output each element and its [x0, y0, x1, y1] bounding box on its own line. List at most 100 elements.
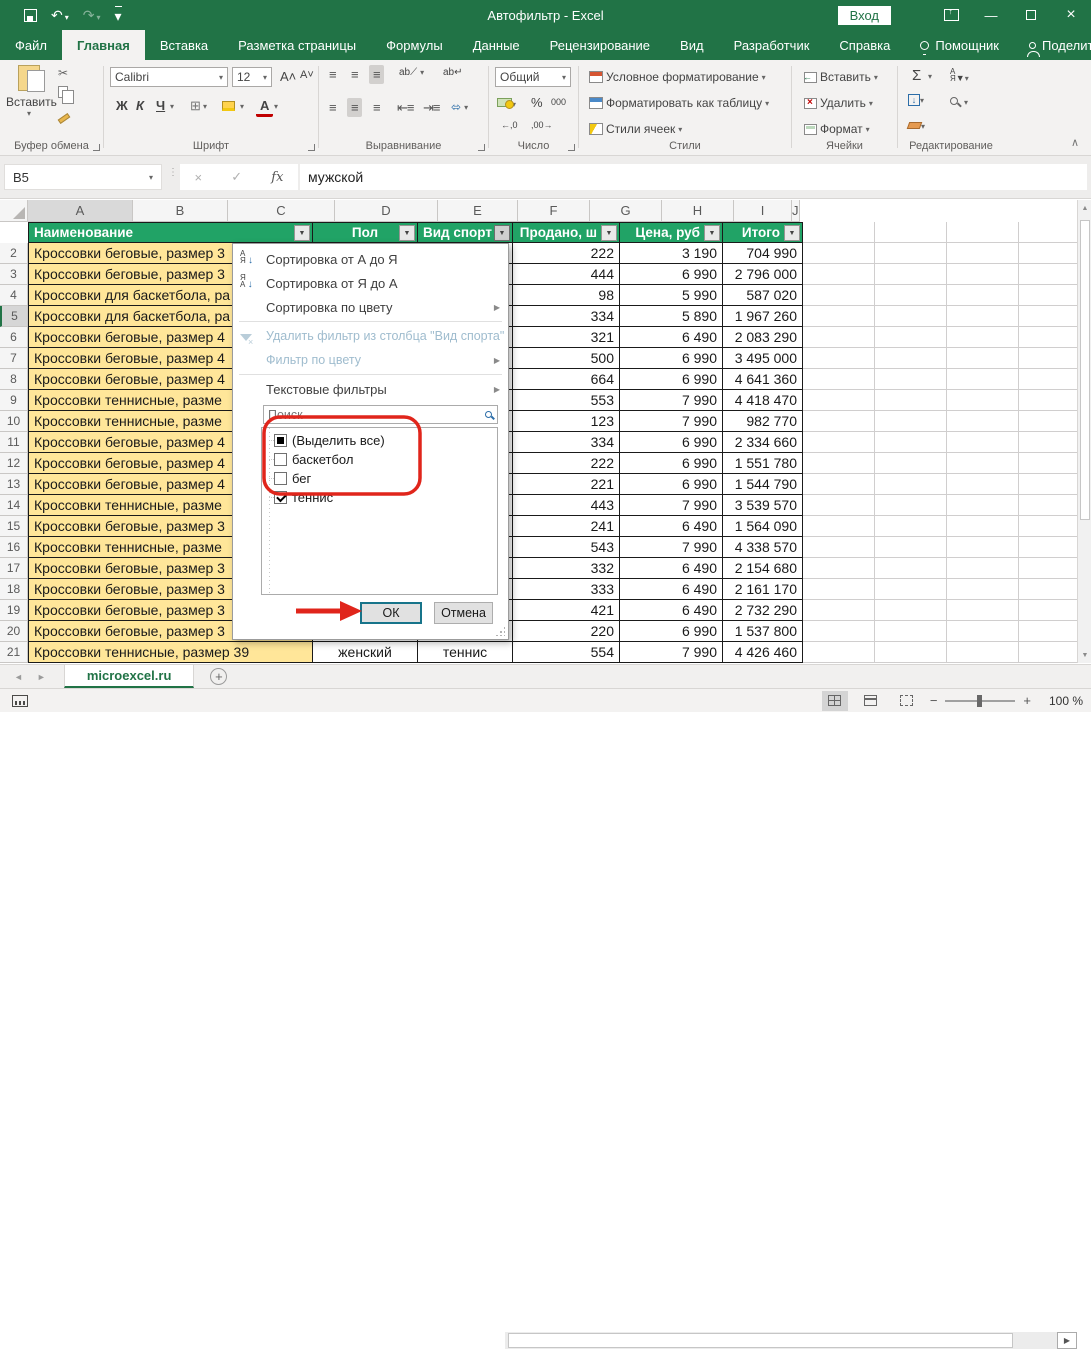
format-as-table-button[interactable]: Форматировать как таблицу▾ — [585, 94, 773, 112]
cell-sold[interactable]: 321 — [513, 327, 620, 348]
sign-in-button[interactable]: Вход — [838, 6, 891, 25]
cell-sold[interactable]: 543 — [513, 537, 620, 558]
ok-button[interactable]: ОК — [360, 602, 422, 624]
cancel-button[interactable]: Отмена — [434, 602, 493, 624]
font-name-select[interactable]: Calibri▾ — [110, 67, 228, 87]
cut-button[interactable]: ✂ — [58, 66, 68, 80]
filter-value-option[interactable]: (Выделить все) — [266, 431, 497, 450]
filter-dropdown-icon[interactable]: ▼ — [704, 225, 720, 241]
cell-price[interactable]: 6 990 — [620, 474, 723, 495]
column-header[interactable]: H — [662, 200, 734, 222]
row-header[interactable]: 3 — [0, 264, 28, 285]
cell-name[interactable]: Кроссовки теннисные, размер 39 — [28, 642, 313, 663]
decrease-decimal-button[interactable]: ,00→ — [527, 118, 557, 132]
header-cell-gender[interactable]: Пол▼ — [313, 222, 418, 243]
cell-price[interactable]: 6 490 — [620, 558, 723, 579]
zoom-level[interactable]: 100 % — [1041, 694, 1083, 708]
undo-caret-icon[interactable]: ▾ — [65, 13, 69, 22]
cell-sold[interactable]: 333 — [513, 579, 620, 600]
filter-value-option[interactable]: бег — [266, 469, 497, 488]
cell-gender[interactable]: женский — [313, 642, 418, 663]
font-color-button[interactable]: А — [256, 97, 273, 117]
align-bottom-button[interactable]: ≡ — [369, 65, 384, 84]
cancel-entry-icon[interactable]: × — [195, 170, 203, 185]
cell-total[interactable]: 3 539 570 — [723, 495, 803, 516]
page-break-view-button[interactable] — [894, 691, 920, 711]
decrease-indent-icon[interactable]: ⇤≡ — [393, 98, 417, 118]
filter-search-box[interactable] — [263, 405, 498, 424]
header-cell-sold[interactable]: Продано, ш▼ — [513, 222, 620, 243]
cell-total[interactable]: 1 564 090 — [723, 516, 803, 537]
font-color-dropdown-icon[interactable]: ▾ — [274, 102, 278, 111]
underline-button[interactable]: Ч — [152, 96, 169, 115]
filter-value-option[interactable]: баскетбол — [266, 450, 497, 469]
share-button[interactable]: Поделиться — [1014, 30, 1091, 60]
zoom-in-icon[interactable]: + — [1023, 693, 1031, 708]
collapse-ribbon-icon[interactable]: ∧ — [1071, 136, 1079, 149]
row-header[interactable]: 5 — [0, 306, 28, 327]
font-size-select[interactable]: 12▾ — [232, 67, 272, 87]
filter-dropdown-icon[interactable]: ▼ — [399, 225, 415, 241]
number-format-select[interactable]: Общий▾ — [495, 67, 571, 87]
menu-sort-za[interactable]: ЯА ↓ Сортировка от Я до А — [233, 271, 508, 295]
format-painter-button[interactable] — [58, 110, 70, 124]
cell-price[interactable]: 6 990 — [620, 369, 723, 390]
cell-price[interactable]: 6 490 — [620, 579, 723, 600]
autosum-dropdown-icon[interactable]: ▾ — [928, 72, 932, 81]
cell-price[interactable]: 6 990 — [620, 264, 723, 285]
close-button[interactable]: × — [1051, 0, 1091, 30]
filter-dropdown-icon[interactable]: ▼ — [784, 225, 800, 241]
cell-price[interactable]: 6 490 — [620, 327, 723, 348]
cell-sold[interactable]: 123 — [513, 411, 620, 432]
font-dialog-launcher-icon[interactable] — [308, 144, 315, 151]
resize-grip-icon[interactable] — [495, 626, 505, 636]
number-dialog-launcher-icon[interactable] — [568, 144, 575, 151]
ribbon-tab[interactable]: Помощник — [905, 30, 1014, 60]
conditional-formatting-button[interactable]: Условное форматирование▾ — [585, 68, 770, 86]
ribbon-tab[interactable]: Файл — [0, 30, 62, 60]
ribbon-tab[interactable]: Справка — [824, 30, 905, 60]
header-cell-name[interactable]: Наименование▼ — [28, 222, 313, 243]
cell-total[interactable]: 4 338 570 — [723, 537, 803, 558]
cell-price[interactable]: 6 990 — [620, 621, 723, 642]
page-layout-view-button[interactable] — [858, 691, 884, 711]
header-cell-price[interactable]: Цена, руб▼ — [620, 222, 723, 243]
align-top-button[interactable]: ≡ — [325, 65, 340, 84]
cell-total[interactable]: 704 990 — [723, 243, 803, 264]
cell-sold[interactable]: 222 — [513, 243, 620, 264]
comma-style-button[interactable]: 000 — [547, 95, 570, 109]
cell-price[interactable]: 6 990 — [620, 348, 723, 369]
cell-price[interactable]: 6 490 — [620, 516, 723, 537]
orientation-button[interactable]: ab⟋▾ — [395, 65, 428, 80]
column-header[interactable]: G — [590, 200, 662, 222]
clear-button[interactable]: ▾ — [908, 118, 925, 132]
cell-sold[interactable]: 554 — [513, 642, 620, 663]
delete-cells-button[interactable]: Удалить▾ — [800, 94, 877, 112]
cell-price[interactable]: 7 990 — [620, 642, 723, 663]
italic-button[interactable]: К — [132, 96, 148, 115]
formula-bar-splitter[interactable]: ⋮ — [168, 170, 172, 186]
cell-total[interactable]: 1 544 790 — [723, 474, 803, 495]
checkbox-icon[interactable] — [274, 453, 287, 466]
row-header[interactable]: 18 — [0, 579, 28, 600]
ribbon-tab[interactable]: Рецензирование — [535, 30, 665, 60]
cell-price[interactable]: 7 990 — [620, 495, 723, 516]
row-header[interactable]: 13 — [0, 474, 28, 495]
confirm-entry-icon[interactable]: ✓ — [231, 169, 242, 185]
cell-sold[interactable]: 334 — [513, 306, 620, 327]
filter-dropdown-icon[interactable]: ▼ — [294, 225, 310, 241]
fill-color-button[interactable] — [222, 100, 235, 114]
scroll-down-icon[interactable]: ▼ — [1078, 647, 1091, 663]
paste-button[interactable]: Вставить ▾ — [6, 65, 52, 137]
checkbox-icon[interactable] — [274, 472, 287, 485]
filter-dropdown-icon[interactable]: ▼ — [601, 225, 617, 241]
paste-dropdown-icon[interactable]: ▾ — [6, 109, 52, 118]
select-all-corner[interactable] — [0, 200, 28, 222]
customize-qat-icon[interactable]: ▾ — [115, 6, 122, 25]
row-header[interactable]: 16 — [0, 537, 28, 558]
name-box[interactable]: B5 ▾ — [4, 164, 162, 190]
cell-price[interactable]: 7 990 — [620, 411, 723, 432]
wrap-text-button[interactable]: ab↵ — [439, 65, 467, 80]
row-header[interactable]: 14 — [0, 495, 28, 516]
underline-dropdown-icon[interactable]: ▾ — [170, 102, 174, 111]
